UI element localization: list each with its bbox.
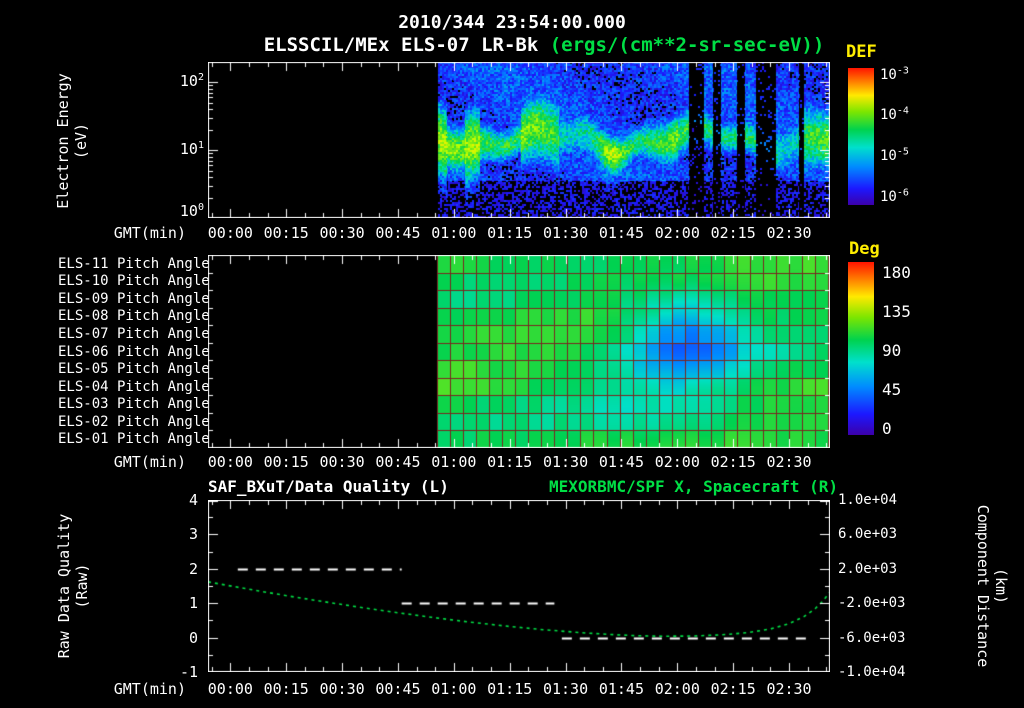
gmt-axis-label-line: GMT(min) bbox=[113, 680, 186, 698]
deg-tick-label: 90 bbox=[882, 340, 902, 360]
quality-tick-label: 0 bbox=[188, 628, 198, 647]
def-tick-label: 10-6 bbox=[880, 187, 909, 206]
pitch-row-label: ELS-04 Pitch Angle bbox=[58, 378, 210, 395]
deg-tick-label: 135 bbox=[882, 302, 911, 322]
pitch-row-label: ELS-03 Pitch Angle bbox=[58, 396, 210, 413]
energy-axis-title-line1: Electron Energy bbox=[54, 73, 72, 209]
right-series-title: MEXORBMC/SPF X, Spacecraft (R) bbox=[549, 477, 838, 496]
deg-tick-label: 45 bbox=[882, 380, 902, 400]
quality-axis-title-line1: Raw Data Quality bbox=[55, 513, 73, 659]
def-tick-label: 10-5 bbox=[880, 146, 909, 165]
energy-axis-title-line2: (eV) bbox=[72, 122, 90, 160]
pitch-row-label: ELS-01 Pitch Angle bbox=[58, 431, 210, 448]
energy-tick-label: 101 bbox=[179, 140, 204, 159]
x-tick-label: 02:30 bbox=[766, 224, 812, 242]
quality-tick-label: -1 bbox=[179, 663, 198, 681]
pitch-row-label: ELS-10 Pitch Angle bbox=[58, 273, 210, 290]
gmt-axis-label-pitch: GMT(min) bbox=[113, 453, 186, 471]
energy-axis-title: Electron Energy (eV) bbox=[54, 21, 90, 261]
pitch-row-label: ELS-07 Pitch Angle bbox=[58, 325, 210, 342]
distance-tick-label: -6.0e+03 bbox=[838, 629, 906, 646]
def-colorbar-title: DEF bbox=[846, 42, 877, 62]
distance-axis-title: Component Distance (km) bbox=[974, 466, 1010, 706]
quality-axis-title-line2: (Raw) bbox=[73, 563, 91, 609]
distance-tick-label: 2.0e+03 bbox=[838, 560, 898, 577]
pitch-row-label: ELS-11 Pitch Angle bbox=[58, 255, 210, 272]
quality-tick-label: 1 bbox=[188, 594, 198, 613]
electron-energy-spectrogram-canvas bbox=[208, 62, 830, 218]
pitch-row-label: ELS-09 Pitch Angle bbox=[58, 290, 210, 307]
instrument-title: ELSSCIL/MEx ELS-07 LR-Bk bbox=[263, 34, 539, 56]
deg-tick-label: 0 bbox=[882, 418, 892, 438]
els-quicklook-window: 2010/344 23:54:00.000 ELSSCIL/MEx ELS-07… bbox=[0, 0, 1024, 708]
quality-tick-label: 2 bbox=[188, 559, 198, 578]
bottom-panel-titles: SAF_BXuT/Data Quality (L) MEXORBMC/SPF X… bbox=[208, 477, 838, 496]
deg-tick-label: 180 bbox=[882, 262, 911, 282]
energy-tick-label: 100 bbox=[179, 202, 204, 220]
def-colorbar bbox=[848, 68, 874, 205]
distance-axis-title-line1: Component Distance bbox=[974, 504, 992, 668]
pitch-row-label: ELS-05 Pitch Angle bbox=[58, 361, 210, 378]
distance-tick-label: 1.0e+04 bbox=[838, 492, 898, 508]
pitch-angle-heatmap-canvas bbox=[208, 255, 830, 448]
deg-colorbar-title: Deg bbox=[849, 239, 880, 259]
distance-axis-title-line2: (km) bbox=[992, 567, 1010, 605]
distance-tick-label: -2.0e+03 bbox=[838, 595, 906, 612]
distance-tick-label: -1.0e+04 bbox=[838, 664, 906, 680]
quality-tick-label: 3 bbox=[188, 525, 198, 544]
pitch-row-label: ELS-08 Pitch Angle bbox=[58, 308, 210, 325]
energy-tick-label: 102 bbox=[179, 72, 204, 91]
gmt-axis-label-spec: GMT(min) bbox=[113, 224, 186, 242]
quality-axis-title: Raw Data Quality (Raw) bbox=[55, 466, 91, 706]
pitch-row-label: ELS-02 Pitch Angle bbox=[58, 413, 210, 430]
distance-tick-label: 6.0e+03 bbox=[838, 526, 898, 543]
def-tick-label: 10-3 bbox=[880, 65, 909, 83]
deg-colorbar bbox=[848, 262, 874, 435]
def-tick-label: 10-4 bbox=[880, 105, 909, 123]
units-title: (ergs/(cm**2-sr-sec-eV)) bbox=[538, 34, 825, 56]
quality-tick-label: 4 bbox=[188, 491, 198, 509]
x-tick-label: 02:30 bbox=[766, 680, 812, 698]
left-series-title: SAF_BXuT/Data Quality (L) bbox=[208, 477, 449, 496]
datetime-title: 2010/344 23:54:00.000 bbox=[398, 12, 626, 33]
timeseries-plot-canvas bbox=[208, 500, 830, 672]
pitch-row-label: ELS-06 Pitch Angle bbox=[58, 343, 210, 360]
plot-title: ELSSCIL/MEx ELS-07 LR-Bk (ergs/(cm**2-sr… bbox=[190, 34, 898, 56]
x-tick-label: 02:30 bbox=[766, 453, 812, 471]
